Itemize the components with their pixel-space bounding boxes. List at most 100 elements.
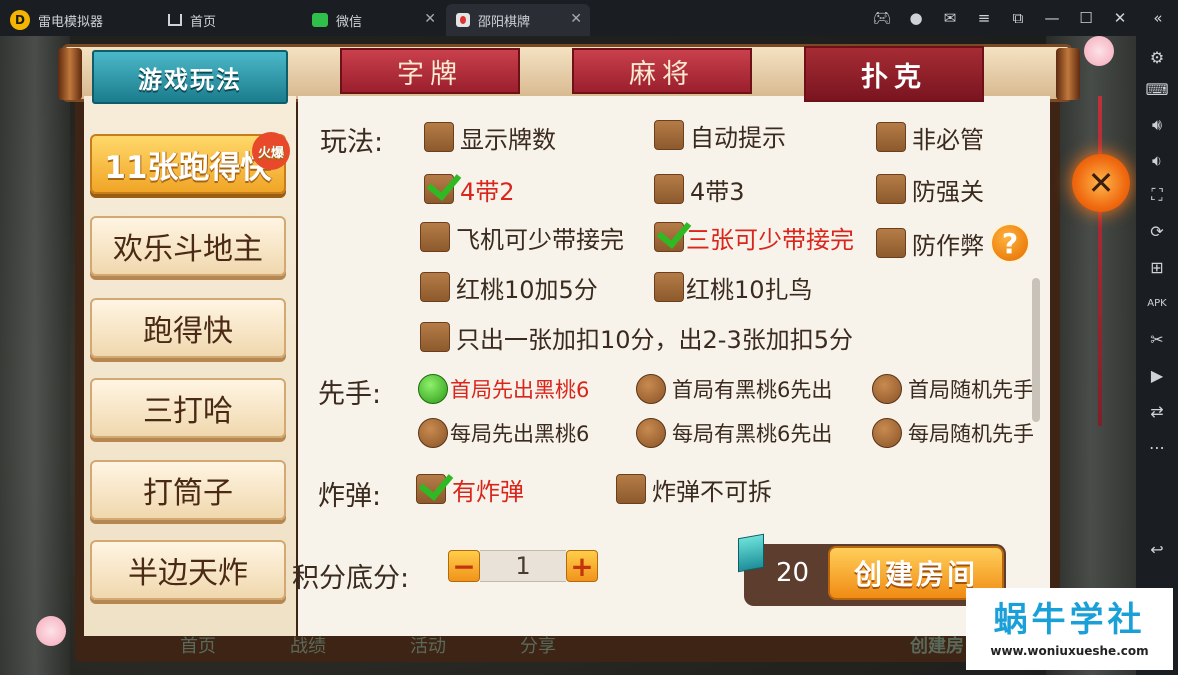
score-value[interactable]: 1	[480, 550, 566, 582]
close-window-icon[interactable]: ✕	[1106, 6, 1134, 30]
radio[interactable]	[418, 418, 448, 448]
option-has-bomb[interactable]: 有炸弹	[416, 472, 524, 506]
option-label: 飞机可少带接完	[456, 225, 624, 254]
emulator-logo-icon: D	[10, 10, 30, 30]
option-show-card-count[interactable]: 显示牌数	[424, 120, 556, 154]
record-icon[interactable]: ▶	[1144, 362, 1170, 388]
radio[interactable]	[636, 374, 666, 404]
emulator-sidebar: ⚙ ⌨ 🔊︎ 🔉︎ ⛶ ⟳ ⊞ APK ✂ ▶ ⇄ ⋯ ↩	[1136, 36, 1178, 675]
keyboard-icon[interactable]: ⌨	[1144, 76, 1170, 102]
option-every-round-random[interactable]: 每局随机先手	[872, 416, 1034, 450]
mode-paodekuai[interactable]: 跑得快	[90, 298, 286, 358]
option-anti-strong-close[interactable]: 防强关	[876, 172, 984, 206]
bottom-create-text: 创建房	[910, 636, 964, 657]
more-icon[interactable]: ⋯	[1144, 434, 1170, 460]
mode-datongzi[interactable]: 打筒子	[90, 460, 286, 520]
add-app-icon[interactable]: ⊞	[1144, 254, 1170, 280]
close-icon[interactable]: ✕	[1072, 154, 1130, 212]
fullscreen-icon[interactable]: ⛶	[1144, 182, 1170, 208]
option-label: 首局随机先手	[908, 378, 1034, 402]
checkbox[interactable]	[616, 474, 646, 504]
option-heart10-zhaniao[interactable]: 红桃10扎鸟	[654, 270, 813, 304]
checkbox-checked[interactable]	[654, 222, 684, 252]
option-first-round-has-spade6[interactable]: 首局有黑桃6先出	[636, 372, 832, 406]
rotate-icon[interactable]: ⟳	[1144, 218, 1170, 244]
tab-wechat[interactable]: 微信 ✕	[302, 4, 444, 36]
option-first-round-spade6[interactable]: 首局先出黑桃6	[418, 372, 589, 406]
option-plane-less-carry[interactable]: 飞机可少带接完	[420, 220, 624, 254]
radio-selected[interactable]	[418, 374, 448, 404]
emulator-titlebar: D 雷电模拟器 首页 微信 ✕ 邵阳棋牌 ✕ 🎮︎ ● ✉ ≡ ⧉ — ☐ ✕ …	[0, 0, 1178, 36]
checkbox[interactable]	[420, 222, 450, 252]
label-score: 积分底分:	[292, 563, 410, 594]
decrement-button[interactable]: −	[448, 550, 480, 583]
mode-sandaha[interactable]: 三打哈	[90, 378, 286, 438]
option-anti-cheat[interactable]: 防作弊?	[876, 223, 1030, 263]
tab-puke[interactable]: 扑克	[804, 46, 984, 102]
bottom-nav-home[interactable]: 首页	[180, 632, 216, 658]
increment-button[interactable]: +	[566, 550, 598, 583]
option-bomb-unsplittable[interactable]: 炸弹不可拆	[616, 472, 772, 506]
apk-icon[interactable]: APK	[1144, 290, 1170, 316]
back-icon[interactable]: ↩	[1144, 536, 1170, 562]
volume-down-icon[interactable]: 🔉︎	[1144, 148, 1170, 174]
app-name: 雷电模拟器	[38, 14, 104, 30]
option-4-with-3[interactable]: 4带3	[654, 172, 745, 206]
collapse-sidebar-icon[interactable]: «	[1144, 6, 1172, 30]
bottom-nav-events[interactable]: 活动	[410, 632, 446, 658]
help-icon[interactable]: ?	[990, 223, 1030, 263]
checkbox[interactable]	[654, 174, 684, 204]
radio[interactable]	[872, 418, 902, 448]
menu-icon[interactable]: ≡	[970, 6, 998, 30]
account-icon[interactable]: ●	[902, 6, 930, 30]
options-scrollbar[interactable]	[1032, 278, 1040, 422]
option-first-round-random[interactable]: 首局随机先手	[872, 372, 1034, 406]
option-4-with-2[interactable]: 4带2	[424, 172, 515, 206]
checkbox-checked[interactable]	[424, 174, 454, 204]
volume-up-icon[interactable]: 🔊︎	[1144, 112, 1170, 138]
option-every-round-has-spade6[interactable]: 每局有黑桃6先出	[636, 416, 832, 450]
option-heart10-plus5[interactable]: 红桃10加5分	[420, 270, 598, 304]
settings-icon[interactable]: ⚙	[1144, 44, 1170, 70]
option-every-round-spade6[interactable]: 每局先出黑桃6	[418, 416, 589, 450]
sync-icon[interactable]: ⇄	[1144, 398, 1170, 424]
mail-icon[interactable]: ✉	[936, 6, 964, 30]
tab-game[interactable]: 邵阳棋牌 ✕	[446, 4, 590, 36]
radio[interactable]	[636, 418, 666, 448]
close-tab-icon[interactable]: ✕	[570, 11, 582, 27]
checkbox[interactable]	[420, 322, 450, 352]
maximize-icon[interactable]: ☐	[1072, 6, 1100, 30]
mode-banbiantianzha[interactable]: 半边天炸	[90, 540, 286, 600]
tab-zipai[interactable]: 字牌	[340, 48, 520, 94]
bottom-nav-share[interactable]: 分享	[520, 632, 556, 658]
mode-doudizhu[interactable]: 欢乐斗地主	[90, 216, 286, 276]
option-label: 三张可少带接完	[686, 225, 854, 254]
option-single-card-penalty[interactable]: 只出一张加扣10分，出2-3张加扣5分	[420, 320, 853, 354]
option-label: 防强关	[912, 177, 984, 206]
radio[interactable]	[872, 374, 902, 404]
label-xianshou: 先手:	[318, 379, 382, 410]
option-triple-less-carry[interactable]: 三张可少带接完	[654, 220, 854, 254]
checkbox-checked[interactable]	[416, 474, 446, 504]
checkbox[interactable]	[876, 228, 906, 258]
tab-majiang[interactable]: 麻将	[572, 48, 752, 94]
checkbox[interactable]	[654, 272, 684, 302]
gamepad-icon[interactable]: 🎮︎	[868, 6, 896, 30]
close-tab-icon[interactable]: ✕	[424, 11, 436, 27]
tab-game-label: 邵阳棋牌	[478, 14, 531, 30]
option-auto-hint[interactable]: 自动提示	[654, 118, 786, 152]
bottom-nav-records[interactable]: 战绩	[290, 632, 326, 658]
checkbox[interactable]	[876, 174, 906, 204]
screenshot-icon[interactable]: ✂	[1144, 326, 1170, 352]
mode-11-paodekuai[interactable]: 11张跑得快 火爆	[90, 132, 290, 194]
checkbox[interactable]	[654, 120, 684, 150]
checkbox[interactable]	[876, 122, 906, 152]
pin-icon[interactable]: ⧉	[1004, 6, 1032, 30]
option-label: 红桃10加5分	[456, 275, 598, 304]
tab-home[interactable]: 首页	[158, 4, 298, 36]
minimize-icon[interactable]: —	[1038, 6, 1066, 30]
option-not-mandatory[interactable]: 非必管	[876, 120, 984, 154]
flower-icon	[36, 616, 66, 646]
checkbox[interactable]	[420, 272, 450, 302]
checkbox[interactable]	[424, 122, 454, 152]
